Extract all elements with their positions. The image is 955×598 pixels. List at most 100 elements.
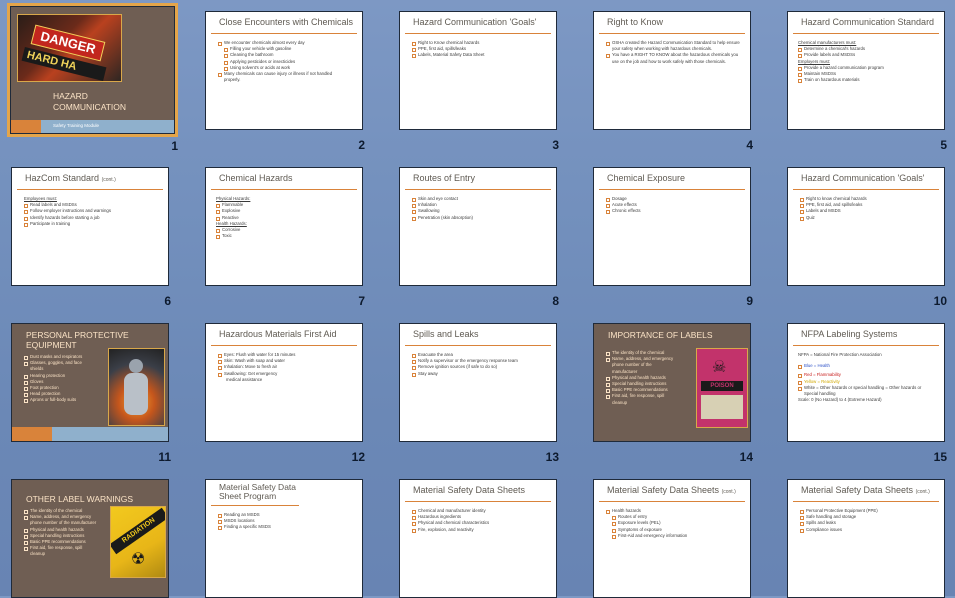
slide-thumbnail-3[interactable]: Hazard Communication 'Goals' Right to Kn… [399,11,559,152]
slide-16[interactable]: OTHER LABEL WARNINGS The identity of the… [11,479,169,598]
title-text: Material Safety Data Sheets [801,485,914,495]
slide-7-body: Physical Hazards: Flammable Explosive Re… [216,196,356,240]
bullet: Fire, explosion, and reactivity [412,527,550,533]
slide-number: 2 [358,138,365,152]
slide-1-subtitle: Safety Training Module [53,123,100,128]
slide-19-title: Material Safety Data Sheets (cont.) [599,485,745,502]
slide-5[interactable]: Hazard Communication Standard Chemical m… [787,11,945,130]
slide-thumbnail-7[interactable]: Chemical Hazards Physical Hazards: Flamm… [205,167,365,308]
slide-10[interactable]: Hazard Communication 'Goals' Right to kn… [787,167,945,286]
radiation-sign-text: RADIATION [111,507,165,555]
nfpa-blue: Blue = Health [798,363,938,370]
slide-14[interactable]: IMPORTANCE OF LABELS The identity of the… [593,323,751,442]
slide-11-title: PERSONAL PROTECTIVE EQUIPMENT [26,330,129,350]
slide-number: 6 [164,294,171,308]
slide-thumbnail-2[interactable]: Close Encounters with Chemicals We encou… [205,11,365,152]
title-text: Material Safety Data Sheets [607,485,720,495]
bullet: Swallowing: Get emergency [218,371,356,377]
slide-6[interactable]: HazCom Standard (cont.) Employees must: … [11,167,169,286]
slide-15-body: NFPA = National Fire Protection Associat… [798,352,938,403]
slide-3[interactable]: Hazard Communication 'Goals' Right to Kn… [399,11,557,130]
slide-thumbnail-18[interactable]: Material Safety Data Sheets Chemical and… [399,479,559,598]
slide-19-body: Health hazards Routes of entry Exposure … [606,508,744,540]
slide-number: 9 [746,294,753,308]
slide-thumbnail-16[interactable]: OTHER LABEL WARNINGS The identity of the… [11,479,171,598]
slide-sorter-view: { "slides": [ {"num":"1","title":"HAZARD… [0,0,955,598]
slide-17[interactable]: Material Safety Data Sheet Program Readi… [205,479,363,598]
slide-7[interactable]: Chemical Hazards Physical Hazards: Flamm… [205,167,363,286]
slide-18-title: Material Safety Data Sheets [405,485,551,502]
bullet: Toxic [216,233,356,240]
slide-1-footer: Safety Training Module [11,120,174,133]
slide-13[interactable]: Spills and Leaks Evacuate the area Notif… [399,323,557,442]
bullet-continuation: medical assistance [226,376,263,382]
bullet: Penetration (skin absorption) [412,215,550,221]
slide-19[interactable]: Material Safety Data Sheets (cont.) Heal… [593,479,751,598]
slide-2-title: Close Encounters with Chemicals [211,17,357,34]
slide-thumbnail-6[interactable]: HazCom Standard (cont.) Employees must: … [11,167,171,308]
bullet: Stay away [412,371,550,377]
slide-thumbnail-19[interactable]: Material Safety Data Sheets (cont.) Heal… [593,479,753,598]
bullet: Quiz [800,215,938,221]
slide-number: 11 [158,450,171,464]
slide-15-title: NFPA Labeling Systems [793,329,939,346]
radiation-sign-image: RADIATION ☢ [110,506,166,578]
title-cont: (cont.) [721,489,736,495]
slide-thumbnail-11[interactable]: PERSONAL PROTECTIVE EQUIPMENT Dust masks… [11,323,171,464]
slide-5-title: Hazard Communication Standard [793,17,939,34]
slide-number: 5 [940,138,947,152]
bullet: Train on hazardous materials [798,77,938,84]
slide-6-title: HazCom Standard (cont.) [17,173,163,190]
skull-icon: ☠ [712,357,727,376]
radiation-icon: ☢ [131,549,146,568]
title-cont: (cont.) [101,177,116,183]
bullet: Reactive [216,215,356,221]
slide-20-body: Personal Protective Equipment (PPE) Safe… [800,508,938,533]
slide-12-title: Hazardous Materials First Aid [211,329,357,346]
slide-thumbnail-13[interactable]: Spills and Leaks Evacuate the area Notif… [399,323,559,464]
slide-thumbnail-1[interactable]: DANGER HARD HA HAZARD COMMUNICATION Safe… [7,3,178,153]
slide-thumbnail-10[interactable]: Hazard Communication 'Goals' Right to kn… [787,167,947,308]
bullet: Name, address, and emergency phone numbe… [606,356,674,375]
slide-thumbnail-20[interactable]: Material Safety Data Sheets (cont.) Pers… [787,479,947,598]
slide-4-title: Right to Know [599,17,745,34]
nfpa-scale: Scale: 0 (No Hazard) to 4 (Extreme Hazar… [798,397,882,403]
slide-9[interactable]: Chemical Exposure Dosage Acute effects C… [593,167,751,286]
slide-20-title: Material Safety Data Sheets (cont.) [793,485,939,502]
slide-number: 10 [933,294,947,308]
bullet: Finding a specific MSDS [218,524,356,531]
slide-2[interactable]: Close Encounters with Chemicals We encou… [205,11,363,130]
bullet: Many chemicals can cause injury or illne… [218,71,344,83]
bullet: First aid, fire response, spill cleanup [24,545,84,557]
slide-18[interactable]: Material Safety Data Sheets Chemical and… [399,479,557,598]
slide-thumbnail-17[interactable]: Material Safety Data Sheet Program Readi… [205,479,365,598]
poison-label-text: POISON [701,381,743,391]
slide-number: 1 [171,139,178,153]
slide-thumbnail-15[interactable]: NFPA Labeling Systems NFPA = National Fi… [787,323,947,464]
slide-thumbnail-14[interactable]: IMPORTANCE OF LABELS The identity of the… [593,323,753,464]
nfpa-white: White = Other hazards or special handlin… [798,385,932,397]
slide-thumbnail-12[interactable]: Hazardous Materials First Aid Eyes: Flus… [205,323,365,464]
slide-16-body: The identity of the chemical Name, addre… [24,508,100,558]
slide-7-title: Chemical Hazards [211,173,357,190]
slide-number: 4 [746,138,753,152]
slide-20[interactable]: Material Safety Data Sheets (cont.) Pers… [787,479,945,598]
slide-4[interactable]: Right to Know OSHA created the Hazard Co… [593,11,751,130]
slide-15[interactable]: NFPA Labeling Systems NFPA = National Fi… [787,323,945,442]
slide-thumbnail-9[interactable]: Chemical Exposure Dosage Acute effects C… [593,167,753,308]
slide-11[interactable]: PERSONAL PROTECTIVE EQUIPMENT Dust masks… [11,323,169,442]
slide-thumbnail-4[interactable]: Right to Know OSHA created the Hazard Co… [593,11,753,152]
slide-1[interactable]: DANGER HARD HA HAZARD COMMUNICATION Safe… [7,3,178,137]
slide-11-body: Dust masks and respirators Glasses, gogg… [24,354,82,404]
slide-12[interactable]: Hazardous Materials First Aid Eyes: Flus… [205,323,363,442]
slide-thumbnail-8[interactable]: Routes of Entry Skin and eye contact Inh… [399,167,559,308]
slide-14-title: IMPORTANCE OF LABELS [608,330,713,340]
title-cont: (cont.) [915,489,930,495]
slide-6-body: Employees must: Read labels and MSDSs Fo… [24,196,162,228]
slide-thumbnail-5[interactable]: Hazard Communication Standard Chemical m… [787,11,947,152]
slide-18-body: Chemical and manufacturer identity Hazar… [412,508,550,533]
slide-number: 14 [739,450,753,464]
bullet: First aid, fire response, spill cleanup [606,393,666,405]
bullet: Participate in training [24,221,162,228]
slide-8[interactable]: Routes of Entry Skin and eye contact Inh… [399,167,557,286]
